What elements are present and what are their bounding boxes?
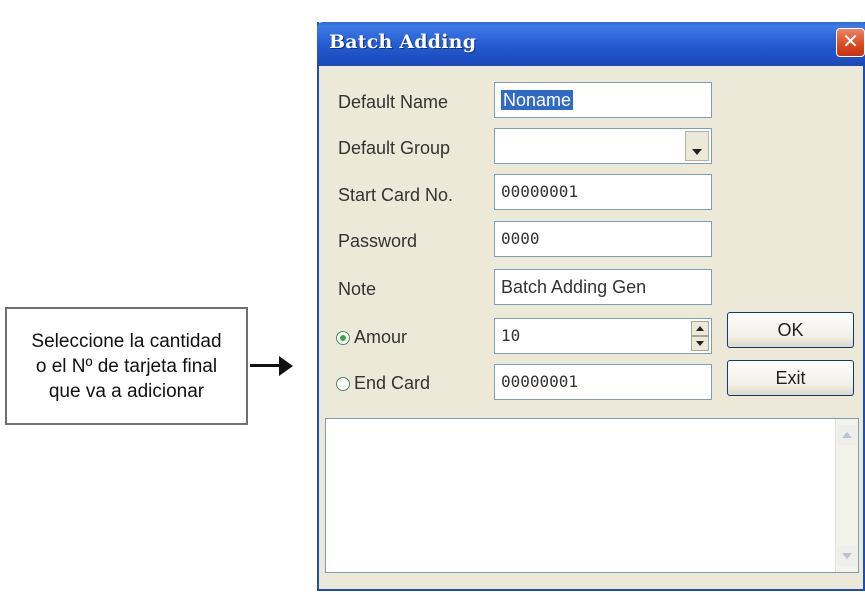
- scroll-up-icon: [842, 432, 852, 438]
- start-card-input[interactable]: 00000001: [494, 174, 712, 210]
- dialog-title: Batch Adding: [329, 31, 477, 53]
- callout-arrow-head-icon: [279, 356, 293, 376]
- log-textarea[interactable]: [325, 418, 859, 573]
- default-group-select[interactable]: [494, 128, 712, 164]
- password-input[interactable]: 0000: [494, 221, 712, 257]
- arrow-up-icon: [696, 326, 704, 331]
- amount-value: 10: [501, 326, 521, 345]
- note-input[interactable]: Batch Adding Gen: [494, 269, 712, 305]
- scroll-down-icon: [842, 553, 852, 559]
- chevron-down-icon: [692, 149, 702, 155]
- amount-spinner-input[interactable]: 10: [494, 318, 712, 354]
- end-card-radio-option[interactable]: End Card: [336, 373, 430, 394]
- default-name-label: Default Name: [338, 92, 449, 112]
- spinner-down-button[interactable]: [691, 336, 709, 351]
- title-bar[interactable]: Batch Adding ✕: [317, 22, 865, 66]
- batch-adding-dialog: Batch Adding ✕ Default Name Noname Defau…: [317, 22, 865, 591]
- end-card-radio-button[interactable]: [336, 376, 350, 391]
- spinner-up-button[interactable]: [691, 321, 709, 336]
- scroll-down-button[interactable]: [837, 546, 857, 566]
- default-name-value: Noname: [501, 90, 574, 110]
- amount-radio-option[interactable]: Amour: [336, 327, 407, 348]
- log-vertical-scrollbar[interactable]: [835, 419, 858, 572]
- note-label: Note: [338, 279, 377, 299]
- end-card-input[interactable]: 00000001: [494, 364, 712, 400]
- exit-button[interactable]: Exit: [727, 360, 854, 396]
- default-group-dropdown-button[interactable]: [685, 131, 709, 161]
- ok-button[interactable]: OK: [727, 312, 854, 348]
- scroll-up-button[interactable]: [837, 425, 857, 445]
- close-icon: ✕: [842, 31, 859, 53]
- amount-radio-button[interactable]: [336, 330, 350, 345]
- end-card-radio-label: End Card: [354, 373, 431, 393]
- callout-arrow-line: [250, 364, 280, 367]
- arrow-down-icon: [696, 341, 704, 346]
- default-name-input[interactable]: Noname: [494, 82, 712, 118]
- default-group-label: Default Group: [338, 138, 451, 158]
- close-button[interactable]: ✕: [836, 28, 865, 57]
- amount-radio-label: Amour: [354, 327, 408, 347]
- annotation-callout: Seleccione la cantidad o el Nº de tarjet…: [5, 307, 248, 425]
- callout-line-1: Seleccione la cantidad: [31, 330, 222, 352]
- callout-line-3: que va a adicionar: [48, 380, 205, 402]
- start-card-label: Start Card No.: [338, 185, 454, 205]
- password-label: Password: [338, 231, 418, 251]
- amount-spinner[interactable]: [691, 321, 709, 351]
- callout-line-2: o el Nº de tarjeta final: [35, 355, 218, 377]
